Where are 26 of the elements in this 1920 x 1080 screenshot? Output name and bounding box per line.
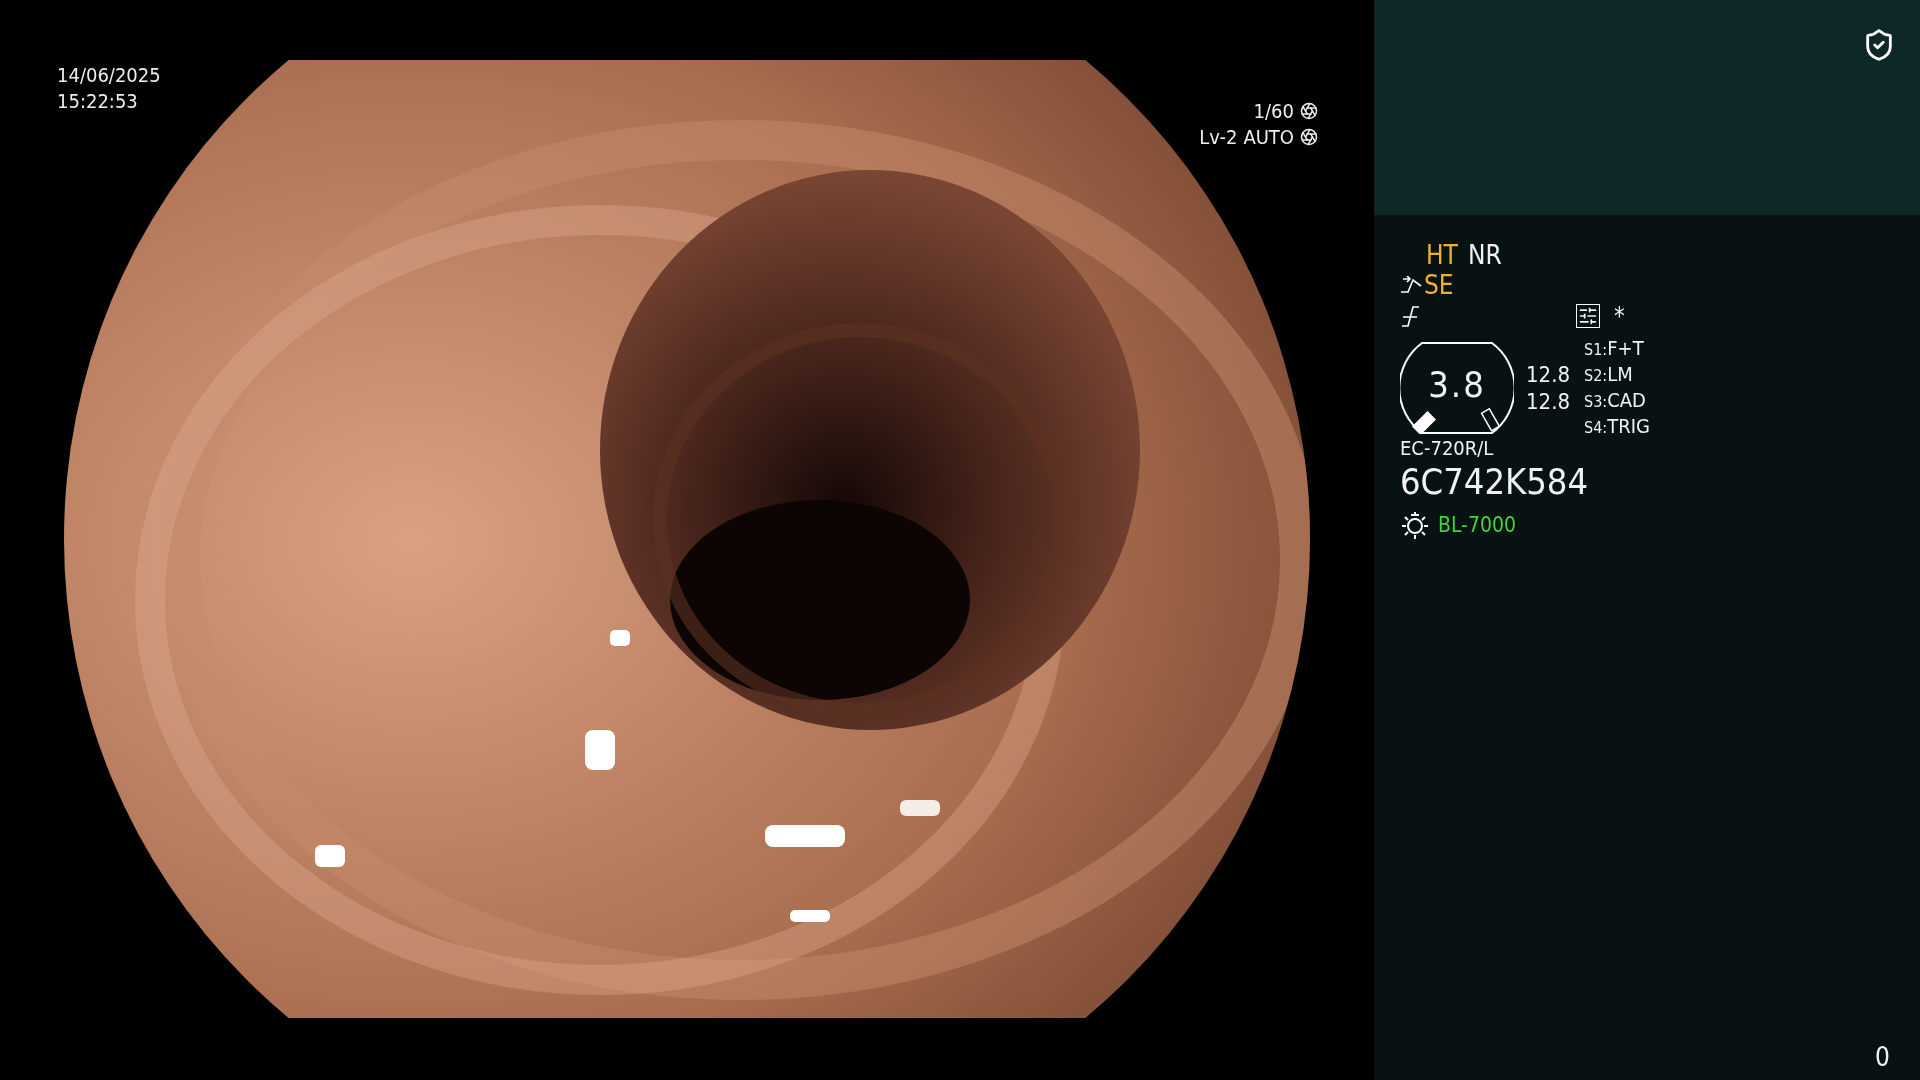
slash-curve-icon bbox=[1400, 305, 1420, 327]
lamp-icon bbox=[1400, 510, 1430, 540]
mode-text: AUTO bbox=[1243, 124, 1294, 150]
time-text: 15:22:53 bbox=[57, 88, 138, 114]
counter-text: 0 bbox=[1875, 1042, 1890, 1072]
gauge-value: 3.8 bbox=[1428, 363, 1486, 405]
switch-assignment: S4:TRIG bbox=[1584, 414, 1650, 440]
scope-serial: 6C742K584 bbox=[1400, 460, 1590, 504]
switch-assignment: S3:CAD bbox=[1584, 388, 1647, 414]
mode-label: HT bbox=[1426, 240, 1458, 270]
switch-assignment: S1:F+T bbox=[1584, 336, 1645, 362]
marker-text: * bbox=[1614, 302, 1625, 330]
curve-icon bbox=[1400, 276, 1422, 294]
switch-assignment: S2:LM bbox=[1584, 362, 1634, 388]
aperture-icon bbox=[1300, 128, 1318, 146]
reading-text: 12.8 bbox=[1526, 361, 1571, 388]
date-text: 14/06/2025 bbox=[57, 62, 161, 88]
enhancement-label: SE bbox=[1424, 270, 1454, 300]
level-text: Lv-2 bbox=[1199, 124, 1238, 150]
sliders-icon bbox=[1576, 304, 1600, 328]
shutter-text: 1/60 bbox=[1253, 98, 1294, 124]
scope-model: EC-720R/L bbox=[1400, 436, 1495, 460]
reading-text: 12.8 bbox=[1526, 388, 1571, 415]
light-source-label: BL-7000 bbox=[1438, 513, 1516, 537]
mode-label: NR bbox=[1467, 240, 1502, 270]
aperture-icon bbox=[1300, 102, 1318, 120]
